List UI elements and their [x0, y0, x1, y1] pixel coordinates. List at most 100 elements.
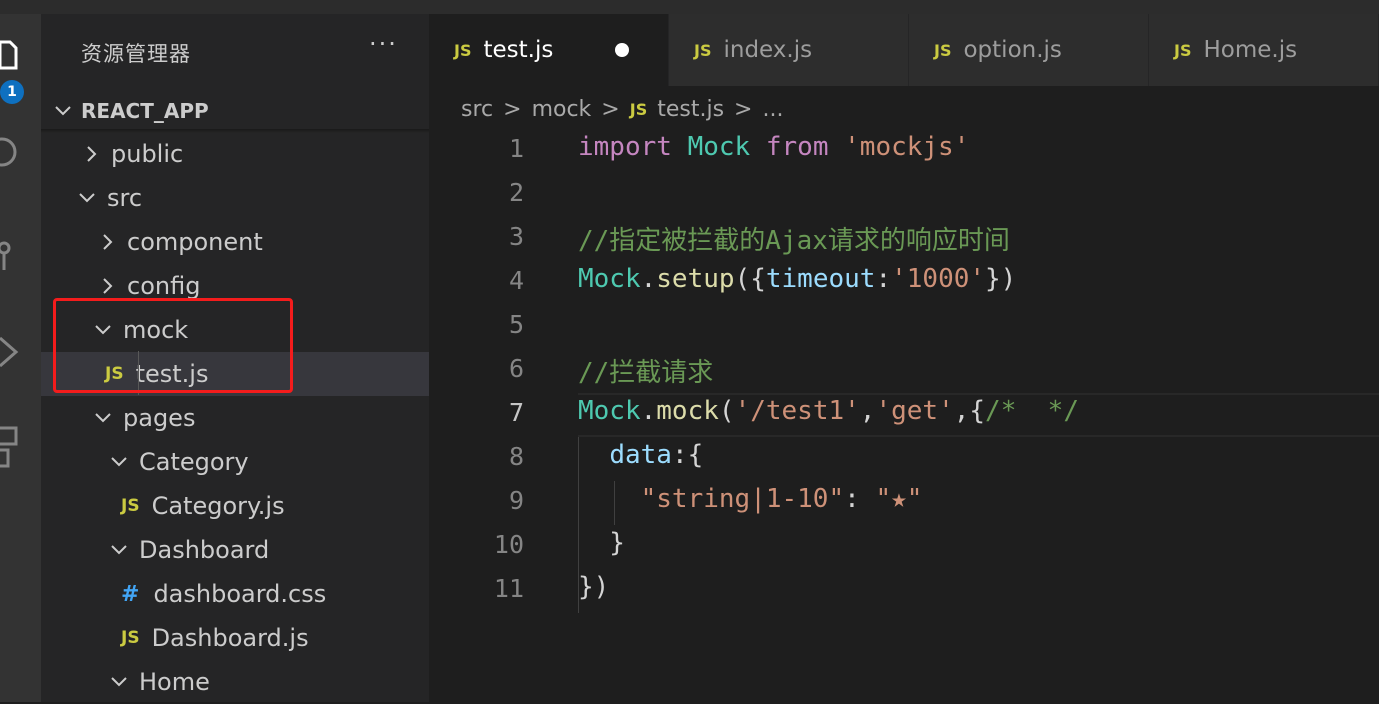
changes-badge: 1 — [0, 80, 24, 104]
tree-item-label: Category — [139, 448, 249, 476]
line-number: 4 — [508, 266, 524, 295]
code-token: //指定被拦截的Ajax请求的响应时间 — [578, 226, 1010, 256]
tab-option-js[interactable]: JS option.js — [909, 14, 1149, 86]
workspace-name: REACT_APP — [81, 99, 209, 123]
code-token: "★" — [875, 484, 923, 514]
javascript-file-icon: JS — [629, 99, 648, 119]
tree-file[interactable]: JS Category.js — [41, 484, 429, 528]
tree-item-label: pages — [123, 404, 196, 432]
run-debug-icon[interactable] — [0, 332, 20, 372]
tab-home-js[interactable]: JS Home.js — [1149, 14, 1379, 86]
tab-index-js[interactable]: JS index.js — [669, 14, 909, 86]
tree-item-label: src — [107, 184, 143, 212]
breadcrumb-separator: > — [734, 96, 753, 122]
search-icon[interactable] — [0, 134, 20, 170]
css-file-icon: # — [121, 581, 140, 607]
line-number: 3 — [508, 222, 524, 251]
breadcrumb-separator: > — [601, 96, 620, 122]
code-token: data — [609, 440, 672, 470]
code-token: }) — [985, 264, 1017, 294]
line-number: 9 — [508, 486, 524, 515]
code-token: '/test1' — [734, 396, 860, 426]
code-token: , — [953, 396, 970, 426]
code-token: Mock — [578, 264, 641, 294]
code-token: : — [844, 484, 876, 514]
code-token: mock — [656, 396, 719, 426]
code-token: : — [875, 264, 892, 294]
code-line[interactable]: Mock.setup({timeout:'1000'}) — [578, 264, 1016, 294]
window-top-strip — [0, 0, 1379, 14]
tree-item-label: config — [127, 272, 201, 300]
javascript-file-icon: JS — [694, 40, 712, 60]
code-line[interactable]: import Mock from 'mockjs' — [578, 132, 969, 162]
code-line[interactable]: "string|1-10": "★" — [578, 484, 923, 514]
tab-label: test.js — [483, 37, 554, 63]
tree-folder-public[interactable]: public — [41, 132, 429, 176]
breadcrumb-item[interactable]: mock — [532, 97, 592, 122]
tree-file[interactable]: # dashboard.css — [41, 572, 429, 616]
code-line[interactable]: Mock.mock('/test1','get',{/* */ — [578, 396, 1079, 426]
code-line[interactable]: //拦截请求 — [578, 352, 713, 389]
code-token: Mock — [687, 132, 751, 162]
code-line[interactable]: data:{ — [578, 440, 703, 470]
code-line[interactable]: //指定被拦截的Ajax请求的响应时间 — [578, 220, 1010, 257]
breadcrumb-item[interactable]: test.js — [657, 97, 724, 122]
code-token: /* */ — [985, 396, 1079, 426]
chevron-down-icon — [109, 672, 129, 692]
unsaved-changes-dot[interactable] — [615, 43, 629, 57]
code-token: '1000' — [891, 264, 986, 294]
code-token: } — [578, 528, 625, 558]
extensions-icon[interactable] — [0, 424, 20, 474]
code-token: { — [969, 396, 986, 426]
code-token: :{ — [671, 440, 704, 470]
editor-tabs: JS test.js JS index.js JS option.js JS Home.js — [429, 14, 1379, 86]
code-token: }) — [578, 572, 610, 602]
code-line[interactable]: } — [578, 528, 625, 558]
breadcrumb-item[interactable]: src — [461, 97, 493, 122]
tree-item-label: Category.js — [151, 492, 285, 520]
line-number: 11 — [493, 574, 524, 603]
tree-folder-src[interactable]: src — [41, 176, 429, 220]
javascript-file-icon: JS — [121, 496, 140, 516]
chevron-right-icon — [81, 144, 101, 164]
chevron-down-icon — [93, 408, 113, 428]
code-token: , — [859, 396, 876, 426]
code-line[interactable]: }) — [578, 572, 609, 602]
tree-folder-category[interactable]: Category — [41, 440, 429, 484]
code-token: ({ — [734, 264, 766, 294]
more-actions-button[interactable]: ··· — [369, 30, 398, 58]
activity-bar: 1 — [0, 14, 41, 702]
tree-folder-component[interactable]: component — [41, 220, 429, 264]
breadcrumb-item[interactable]: ... — [762, 97, 783, 122]
code-token: Mock — [578, 396, 641, 426]
tree-item-label: dashboard.css — [153, 580, 327, 608]
code-token: . — [640, 264, 657, 294]
tree-item-label: Dashboard.js — [151, 624, 309, 652]
code-token: setup — [656, 264, 735, 294]
highlight-box-mock-folder — [53, 298, 293, 393]
tree-folder-home[interactable]: Home — [41, 660, 429, 704]
javascript-file-icon: JS — [1174, 40, 1192, 60]
javascript-file-icon: JS — [454, 40, 472, 60]
code-token: import — [578, 132, 672, 162]
line-number: 7 — [508, 398, 524, 427]
breadcrumb-separator: > — [503, 96, 522, 122]
tree-folder-dashboard[interactable]: Dashboard — [41, 528, 429, 572]
chevron-down-icon — [53, 101, 73, 121]
files-icon[interactable] — [0, 38, 20, 72]
line-number: 5 — [508, 310, 524, 339]
tree-folder-pages[interactable]: pages — [41, 396, 429, 440]
line-number: 8 — [508, 442, 524, 471]
chevron-down-icon — [109, 452, 129, 472]
workspace-section-header[interactable]: REACT_APP — [41, 93, 429, 129]
code-token: 'mockjs' — [844, 132, 970, 162]
javascript-file-icon: JS — [121, 628, 140, 648]
source-control-icon[interactable] — [0, 236, 20, 276]
code-token: "string|1-10" — [640, 484, 845, 514]
line-number: 10 — [493, 530, 524, 559]
tab-test-js[interactable]: JS test.js — [429, 14, 669, 86]
tree-file[interactable]: JS Dashboard.js — [41, 616, 429, 660]
